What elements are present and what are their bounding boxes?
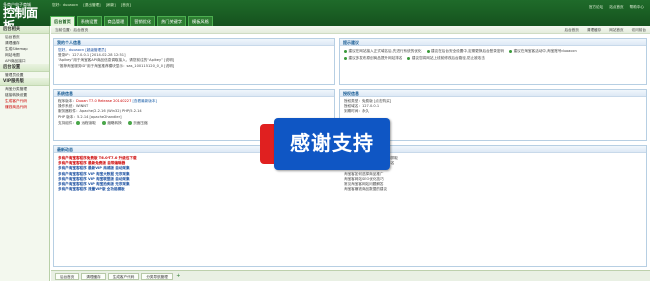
- bottom-tabs: 后台首页 清理缓存 生成客户代码 分类导航管理 +: [55, 273, 182, 280]
- tip-item[interactable]: 建议在后台安全设置中,定期更换后台登录密码: [426, 49, 504, 54]
- bottom-tab[interactable]: 清理缓存: [81, 273, 106, 280]
- tip-item[interactable]: 建议在淘宝客活动中,淘宝账号duoaocn: [509, 49, 577, 54]
- panel-title: 提示建议: [340, 39, 646, 46]
- tip-icon: [344, 57, 347, 60]
- nav-tab-goods[interactable]: 商品管理: [103, 16, 129, 26]
- component-thumb: 缩略转换: [101, 121, 122, 126]
- toolbar-links: 后台首页 清理缓存 网站首页 访问前台: [557, 27, 647, 33]
- tip-icon: [426, 50, 430, 53]
- sidebar-section-title[interactable]: 后台设置: [0, 64, 49, 72]
- tip-icon: [344, 50, 347, 53]
- home-link[interactable]: [首页]: [121, 3, 131, 7]
- help-link[interactable]: 帮助中心: [630, 5, 644, 10]
- recommend-id-line[interactable]: “推荐淘宝服务ID”用于淘宝推荐模块显示：sas_100115120_0_0 […: [58, 64, 330, 69]
- nav-tab-keywords[interactable]: 热门关键字: [157, 16, 187, 26]
- component-gzip: 页面压缩: [127, 121, 148, 126]
- check-icon: [101, 121, 106, 126]
- logout-link[interactable]: [退出管理]: [83, 3, 100, 7]
- breadcrumb: 当前位置：后台首页: [55, 28, 89, 32]
- nav-tab-system[interactable]: 系统设置: [76, 16, 102, 26]
- thanks-overlay: 感谢支持: [260, 118, 400, 172]
- nav-tab-marketing[interactable]: 营销优化: [130, 16, 156, 26]
- check-icon: [127, 121, 132, 126]
- header: 多商户电子商城 控制面板 您好：duoaocn [退出管理] [刷新] [首页]…: [0, 0, 650, 33]
- overlay-text: 感谢支持: [290, 131, 374, 155]
- toolbar-front-link[interactable]: 访问前台: [632, 27, 646, 33]
- toolbar: 当前位置：后台首页 后台首页 清理缓存 网站首页 访问前台: [51, 26, 650, 34]
- sidebar-section-title[interactable]: 后台相关: [0, 26, 49, 34]
- bottom-tab[interactable]: 后台首页: [55, 273, 80, 280]
- user-greeting: 您好：duoaocn: [52, 3, 79, 7]
- tip-item[interactable]: 建议在网站接入正式域名后,先进行系统的优化: [344, 49, 422, 54]
- toolbar-cache-link[interactable]: 清理缓存: [587, 27, 601, 33]
- main-nav: 后台首页 系统设置 商品管理 营销优化 热门关键字 模板风格: [50, 16, 215, 26]
- panel-title: 授权信息: [340, 90, 646, 97]
- check-update-link[interactable]: [查看最新版本]: [133, 99, 157, 103]
- panel-title: 系统信息: [54, 90, 334, 97]
- bottom-tab[interactable]: 分类导航管理: [141, 273, 173, 280]
- nav-tab-templates[interactable]: 模板风格: [188, 16, 213, 26]
- version-value: Duoan T7.0 Release 20140227: [75, 99, 132, 103]
- info-panel: 我的个人信息 您好，duoaocn [超级管理员] 登录IP：127.0.0.1…: [53, 38, 335, 85]
- panel-title: 我的个人信息: [54, 39, 334, 46]
- nav-tab-home[interactable]: 后台首页: [50, 16, 75, 26]
- logo[interactable]: 多商户电子商城 控制面板: [3, 2, 47, 33]
- auth-expire: 到期时间：永久: [344, 109, 370, 114]
- toolbar-site-link[interactable]: 网站首页: [609, 27, 623, 33]
- sidebar-section-title[interactable]: VIP服务版: [0, 78, 49, 86]
- tips-panel: 提示建议 建议在网站接入正式域名后,先进行系统的优化 建议在后台安全设置中,定期…: [339, 38, 647, 85]
- site-home-link[interactable]: 站点首页: [609, 5, 623, 10]
- sidebar: 后台相关 后台首页 清理缓存 生成Sitemap 网站地图 API商品接口 后台…: [0, 26, 50, 281]
- news-item[interactable]: 多商户淘宝客程序 流量VIP版 全功能模板: [58, 187, 338, 192]
- news-item[interactable]: 淘宝客赚钱商品数据的建议: [344, 187, 634, 192]
- tip-item[interactable]: 建议多发布原创商品提升网站排名: [344, 56, 402, 61]
- toolbar-home-link[interactable]: 后台首页: [565, 27, 579, 33]
- refresh-link[interactable]: [刷新]: [106, 3, 116, 7]
- add-tab-icon[interactable]: +: [175, 273, 182, 280]
- bottom-tab-bar: 后台首页 清理缓存 生成客户代码 分类导航管理 +: [51, 270, 650, 281]
- tip-icon: [509, 50, 513, 53]
- component-remote: 远程读取: [75, 121, 96, 126]
- tip-item[interactable]: 建议您将网站上线前修改后台路径,防止被攻击: [407, 56, 485, 61]
- forum-link[interactable]: 官方论坛: [589, 5, 603, 10]
- user-bar: 您好：duoaocn [退出管理] [刷新] [首页]: [52, 3, 135, 8]
- check-icon: [75, 121, 80, 126]
- top-links: 官方论坛 站点首页 帮助中心: [583, 5, 644, 10]
- sidebar-item-goods-code[interactable]: 赚钱商品代码: [0, 104, 49, 110]
- bottom-tab[interactable]: 生成客户代码: [107, 273, 140, 280]
- components-label: 支持组件：: [58, 120, 76, 125]
- tip-icon: [407, 57, 411, 60]
